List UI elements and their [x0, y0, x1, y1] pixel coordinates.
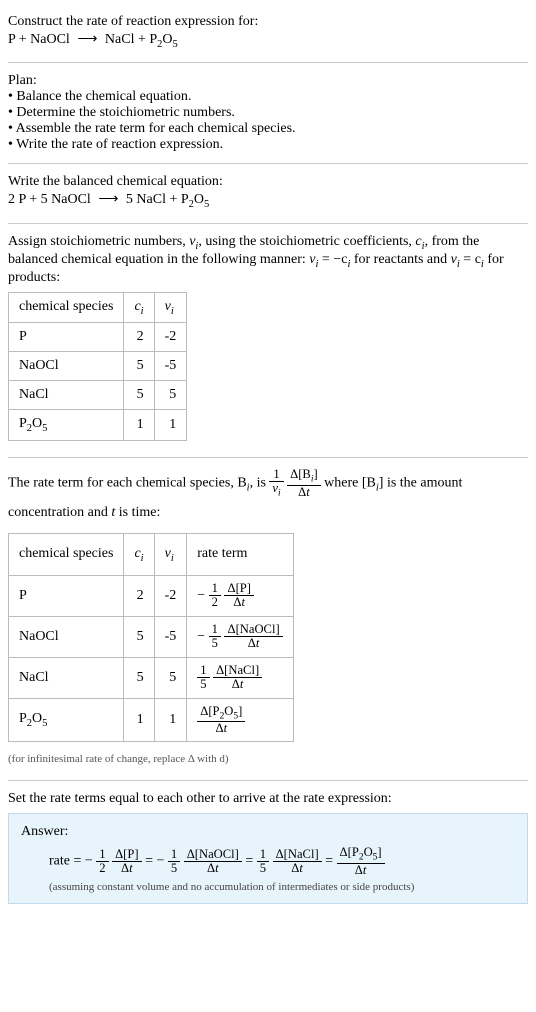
text: for reactants and	[350, 252, 450, 267]
plan-title: Plan:	[8, 73, 528, 89]
col-species: chemical species	[9, 292, 124, 323]
plan-item: Balance the chemical equation.	[8, 89, 528, 105]
rate-term-table: chemical species ci νi rate term P 2 -2 …	[8, 533, 294, 742]
text: The rate term for each chemical species,…	[8, 476, 247, 491]
cell-ci: 5	[124, 352, 154, 381]
cell-vi: 5	[154, 381, 187, 410]
stoich-table: chemical species ci νi P 2 -2 NaOCl 5 -5…	[8, 292, 187, 442]
cell-vi: -5	[154, 616, 187, 657]
cell-species: NaOCl	[9, 616, 124, 657]
text: , using the stoichiometric coefficients,	[198, 234, 415, 249]
fraction: Δ[Bi]Δt	[287, 468, 321, 499]
cell-ci: 1	[124, 698, 154, 742]
divider	[8, 223, 528, 224]
plan-item: Determine the stoichiometric numbers.	[8, 105, 528, 121]
text: is time:	[115, 505, 160, 520]
answer-box: Answer: rate = − 12 Δ[P]Δt = − 15 Δ[NaOC…	[8, 813, 528, 904]
table-row: NaOCl 5 -5	[9, 352, 187, 381]
text: where [B	[324, 476, 376, 491]
rate-term-section: The rate term for each chemical species,…	[8, 462, 528, 776]
table-row: NaOCl 5 -5 − 15 Δ[NaOCl]Δt	[9, 616, 294, 657]
set-equal-section: Set the rate terms equal to each other t…	[8, 785, 528, 910]
cell-vi: 1	[154, 410, 187, 441]
frac-den: νi	[269, 482, 283, 499]
cell-ci: 5	[124, 657, 154, 698]
col-rate: rate term	[187, 533, 293, 575]
divider	[8, 780, 528, 781]
table-row: P 2 -2	[9, 323, 187, 352]
cell-species: P	[9, 575, 124, 616]
col-vi: νi	[154, 292, 187, 323]
cell-vi: 5	[154, 657, 187, 698]
cell-ci: 5	[124, 381, 154, 410]
balanced-section: Write the balanced chemical equation: 2 …	[8, 168, 528, 218]
balanced-equation: 2 P + 5 NaOCl ⟶ 5 NaCl + P2O5	[8, 190, 528, 212]
cell-vi: -5	[154, 352, 187, 381]
cell-species: NaCl	[9, 381, 124, 410]
balanced-intro: Write the balanced chemical equation:	[8, 174, 528, 190]
table-row: P2O5 1 1	[9, 410, 187, 441]
table-row: P 2 -2 − 12 Δ[P]Δt	[9, 575, 294, 616]
cell-rate: − 12 Δ[P]Δt	[187, 575, 293, 616]
cell-rate: 15 Δ[NaCl]Δt	[187, 657, 293, 698]
table-row: P2O5 1 1 Δ[P2O5]Δt	[9, 698, 294, 742]
cell-rate: − 15 Δ[NaOCl]Δt	[187, 616, 293, 657]
cell-rate: Δ[P2O5]Δt	[187, 698, 293, 742]
stoich-intro: Assign stoichiometric numbers, νi, using…	[8, 234, 528, 286]
cell-ci: 1	[124, 410, 154, 441]
col-ci: ci	[124, 533, 154, 575]
cell-species: P	[9, 323, 124, 352]
cell-ci: 2	[124, 323, 154, 352]
divider	[8, 163, 528, 164]
answer-label: Answer:	[21, 824, 515, 840]
cell-vi: 1	[154, 698, 187, 742]
text: , is	[250, 476, 270, 491]
col-species: chemical species	[9, 533, 124, 575]
text: Assign stoichiometric numbers,	[8, 234, 189, 249]
cell-ci: 2	[124, 575, 154, 616]
frac-den: Δt	[287, 486, 321, 499]
cell-species: P2O5	[9, 698, 124, 742]
table-row: NaCl 5 5 15 Δ[NaCl]Δt	[9, 657, 294, 698]
answer-expression: rate = − 12 Δ[P]Δt = − 15 Δ[NaOCl]Δt = 1…	[21, 846, 515, 877]
plan-section: Plan: Balance the chemical equation. Det…	[8, 67, 528, 159]
cell-vi: -2	[154, 323, 187, 352]
text: = −c	[318, 252, 347, 267]
frac-num: Δ[Bi]	[287, 468, 321, 486]
frac-num: 1	[269, 468, 283, 482]
answer-note: (assuming constant volume and no accumul…	[21, 881, 515, 893]
infinitesimal-note: (for infinitesimal rate of change, repla…	[8, 748, 528, 770]
plan-item: Write the rate of reaction expression.	[8, 137, 528, 153]
cell-species: NaOCl	[9, 352, 124, 381]
cell-species: NaCl	[9, 657, 124, 698]
stoich-section: Assign stoichiometric numbers, νi , using…	[8, 228, 528, 453]
sub-i: i	[141, 305, 144, 316]
cell-vi: -2	[154, 575, 187, 616]
divider	[8, 62, 528, 63]
rate-prefix: rate =	[49, 854, 85, 869]
text: = c	[460, 252, 481, 267]
table-row: NaCl 5 5	[9, 381, 187, 410]
problem-statement: Construct the rate of reaction expressio…	[8, 8, 528, 58]
cell-species: P2O5	[9, 410, 124, 441]
set-equal-text: Set the rate terms equal to each other t…	[8, 791, 528, 807]
cell-ci: 5	[124, 616, 154, 657]
plan-list: Balance the chemical equation. Determine…	[8, 89, 528, 153]
construct-line: Construct the rate of reaction expressio…	[8, 14, 528, 30]
col-ci: ci	[124, 292, 154, 323]
divider	[8, 457, 528, 458]
col-vi: νi	[154, 533, 187, 575]
plan-item: Assemble the rate term for each chemical…	[8, 121, 528, 137]
sub-i: i	[171, 305, 174, 316]
fraction: 1νi	[269, 468, 283, 499]
unbalanced-equation: P + NaOCl ⟶ NaCl + P2O5	[8, 30, 528, 52]
